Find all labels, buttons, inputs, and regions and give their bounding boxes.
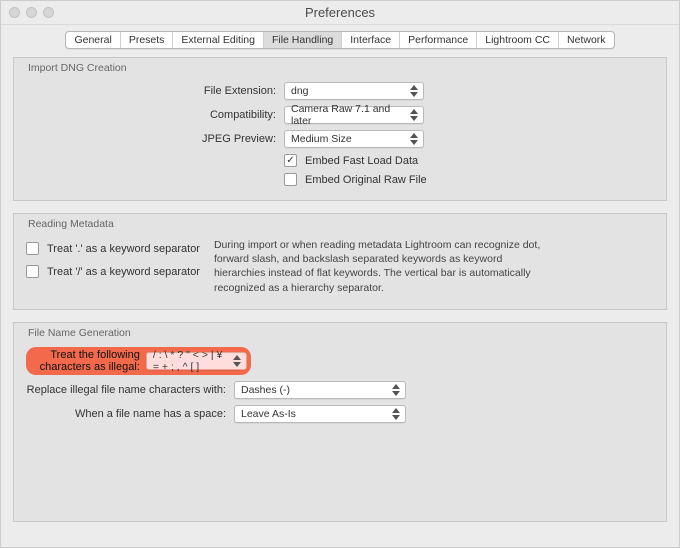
treat-slash-label: Treat '/' as a keyword separator	[47, 266, 200, 278]
close-icon[interactable]	[9, 7, 20, 18]
space-handling-label: When a file name has a space:	[26, 408, 226, 420]
file-extension-value: dng	[291, 85, 309, 97]
chevron-updown-icon	[389, 383, 403, 397]
panel-metadata: Reading Metadata Treat '.' as a keyword …	[13, 213, 667, 310]
compatibility-value: Camera Raw 7.1 and later	[291, 103, 407, 127]
illegal-chars-label: Treat the following characters as illega…	[30, 349, 140, 373]
compatibility-label: Compatibility:	[26, 109, 276, 121]
metadata-help-text: During import or when reading metadata L…	[214, 238, 554, 295]
tab-group: General Presets External Editing File Ha…	[65, 31, 614, 49]
treat-dot-label: Treat '.' as a keyword separator	[47, 243, 200, 255]
panel-metadata-legend: Reading Metadata	[24, 218, 118, 230]
replace-chars-value: Dashes (-)	[241, 384, 290, 396]
tab-network[interactable]: Network	[559, 32, 614, 48]
preferences-window: Preferences General Presets External Edi…	[0, 0, 680, 548]
content-area: Import DNG Creation File Extension: dng …	[1, 49, 679, 530]
jpeg-preview-value: Medium Size	[291, 133, 352, 145]
illegal-chars-select[interactable]: / : \ * ? " < > | ¥ = + ; , ^ [ ]	[146, 352, 248, 370]
panel-filenames-legend: File Name Generation	[24, 327, 135, 339]
titlebar: Preferences	[1, 1, 679, 25]
treat-slash-checkbox[interactable]	[26, 265, 39, 278]
zoom-icon[interactable]	[43, 7, 54, 18]
chevron-updown-icon	[407, 132, 421, 146]
tab-file-handling[interactable]: File Handling	[264, 32, 342, 48]
chevron-updown-icon	[407, 84, 421, 98]
chevron-updown-icon	[230, 354, 244, 368]
window-controls	[9, 7, 54, 18]
tab-lightroom-cc[interactable]: Lightroom CC	[477, 32, 559, 48]
embed-fast-load-checkbox[interactable]	[284, 154, 297, 167]
space-handling-select[interactable]: Leave As-Is	[234, 405, 406, 423]
tab-external-editing[interactable]: External Editing	[173, 32, 264, 48]
treat-dot-checkbox[interactable]	[26, 242, 39, 255]
space-handling-value: Leave As-Is	[241, 408, 296, 420]
replace-chars-select[interactable]: Dashes (-)	[234, 381, 406, 399]
window-title: Preferences	[305, 5, 375, 20]
illegal-chars-value: / : \ * ? " < > | ¥ = + ; , ^ [ ]	[153, 349, 231, 373]
tab-general[interactable]: General	[66, 32, 120, 48]
embed-original-checkbox[interactable]	[284, 173, 297, 186]
illegal-chars-highlight: Treat the following characters as illega…	[26, 347, 251, 375]
file-extension-select[interactable]: dng	[284, 82, 424, 100]
tab-performance[interactable]: Performance	[400, 32, 477, 48]
minimize-icon[interactable]	[26, 7, 37, 18]
panel-dng: Import DNG Creation File Extension: dng …	[13, 57, 667, 201]
tab-bar: General Presets External Editing File Ha…	[1, 25, 679, 49]
compatibility-select[interactable]: Camera Raw 7.1 and later	[284, 106, 424, 124]
embed-fast-load-label: Embed Fast Load Data	[305, 155, 418, 167]
chevron-updown-icon	[407, 108, 421, 122]
chevron-updown-icon	[389, 407, 403, 421]
embed-original-label: Embed Original Raw File	[305, 174, 427, 186]
tab-interface[interactable]: Interface	[342, 32, 400, 48]
replace-chars-label: Replace illegal file name characters wit…	[26, 384, 226, 396]
jpeg-preview-select[interactable]: Medium Size	[284, 130, 424, 148]
panel-dng-legend: Import DNG Creation	[24, 62, 131, 74]
jpeg-preview-label: JPEG Preview:	[26, 133, 276, 145]
panel-filenames: File Name Generation Treat the following…	[13, 322, 667, 522]
tab-presets[interactable]: Presets	[121, 32, 174, 48]
file-extension-label: File Extension:	[26, 85, 276, 97]
